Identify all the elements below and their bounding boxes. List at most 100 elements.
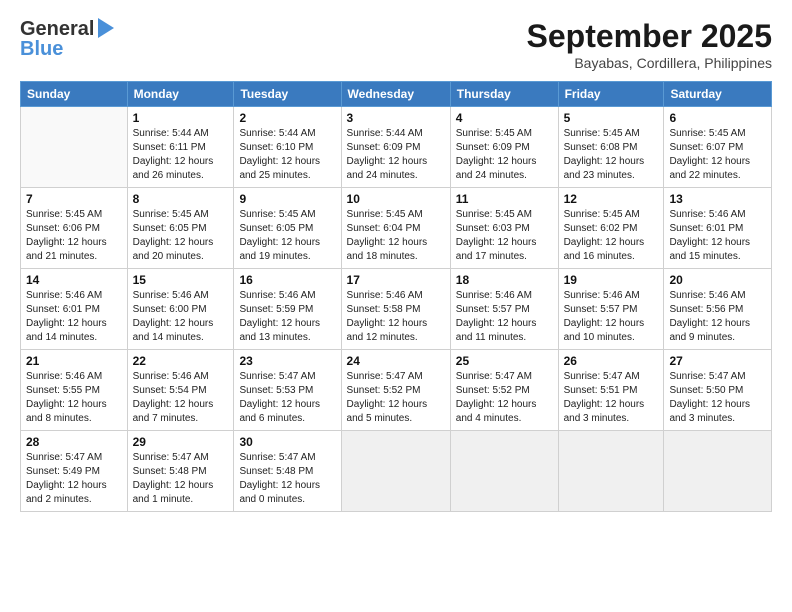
- day-number: 30: [239, 435, 335, 449]
- day-number: 4: [456, 111, 553, 125]
- calendar-cell: 25 Sunrise: 5:47 AM Sunset: 5:52 PM Dayli…: [450, 350, 558, 431]
- day-info: Sunrise: 5:47 AM Sunset: 5:52 PM Dayligh…: [456, 370, 553, 426]
- day-info: Sunrise: 5:45 AM Sunset: 6:08 PM Dayligh…: [564, 127, 659, 183]
- calendar-cell: 21 Sunrise: 5:46 AM Sunset: 5:55 PM Dayli…: [21, 350, 128, 431]
- day-number: 5: [564, 111, 659, 125]
- day-info: Sunrise: 5:45 AM Sunset: 6:05 PM Dayligh…: [239, 208, 335, 264]
- day-number: 27: [669, 354, 766, 368]
- weekday-header: Friday: [558, 82, 664, 107]
- day-number: 9: [239, 192, 335, 206]
- logo: General Blue: [20, 18, 114, 60]
- calendar-cell: 26 Sunrise: 5:47 AM Sunset: 5:51 PM Dayli…: [558, 350, 664, 431]
- day-info: Sunrise: 5:45 AM Sunset: 6:03 PM Dayligh…: [456, 208, 553, 264]
- day-number: 16: [239, 273, 335, 287]
- calendar-cell: 29Sunrise: 5:47 AM Sunset: 5:48 PM Dayli…: [127, 431, 234, 512]
- calendar-cell: 1 Sunrise: 5:44 AM Sunset: 6:11 PM Daylig…: [127, 107, 234, 188]
- calendar-cell: 11 Sunrise: 5:45 AM Sunset: 6:03 PM Dayli…: [450, 188, 558, 269]
- calendar-cell: 7 Sunrise: 5:45 AM Sunset: 6:06 PM Daylig…: [21, 188, 128, 269]
- day-number: 13: [669, 192, 766, 206]
- calendar-cell: 3 Sunrise: 5:44 AM Sunset: 6:09 PM Daylig…: [341, 107, 450, 188]
- calendar-cell: 24Sunrise: 5:47 AM Sunset: 5:52 PM Dayli…: [341, 350, 450, 431]
- day-number: 2: [239, 111, 335, 125]
- day-info: Sunrise: 5:46 AM Sunset: 5:57 PM Dayligh…: [456, 289, 553, 345]
- day-info: Sunrise: 5:44 AM Sunset: 6:11 PM Dayligh…: [133, 127, 229, 183]
- calendar-cell: 8 Sunrise: 5:45 AM Sunset: 6:05 PM Daylig…: [127, 188, 234, 269]
- calendar-cell: 6Sunrise: 5:45 AM Sunset: 6:07 PM Daylig…: [664, 107, 772, 188]
- calendar-cell: [558, 431, 664, 512]
- day-number: 21: [26, 354, 122, 368]
- day-number: 10: [347, 192, 445, 206]
- weekday-header: Wednesday: [341, 82, 450, 107]
- day-number: 26: [564, 354, 659, 368]
- calendar-cell: 30 Sunrise: 5:47 AM Sunset: 5:48 PM Dayli…: [234, 431, 341, 512]
- day-number: 1: [133, 111, 229, 125]
- weekday-header: Tuesday: [234, 82, 341, 107]
- day-info: Sunrise: 5:46 AM Sunset: 5:56 PM Dayligh…: [669, 289, 766, 345]
- calendar-cell: 23 Sunrise: 5:47 AM Sunset: 5:53 PM Dayli…: [234, 350, 341, 431]
- header: General Blue September 2025 Bayabas, Cor…: [20, 18, 772, 71]
- day-number: 8: [133, 192, 229, 206]
- calendar-cell: 28 Sunrise: 5:47 AM Sunset: 5:49 PM Dayli…: [21, 431, 128, 512]
- calendar-cell: 5 Sunrise: 5:45 AM Sunset: 6:08 PM Daylig…: [558, 107, 664, 188]
- calendar-cell: 12Sunrise: 5:45 AM Sunset: 6:02 PM Dayli…: [558, 188, 664, 269]
- day-info: Sunrise: 5:44 AM Sunset: 6:09 PM Dayligh…: [347, 127, 445, 183]
- calendar-cell: 14 Sunrise: 5:46 AM Sunset: 6:01 PM Dayli…: [21, 269, 128, 350]
- day-number: 11: [456, 192, 553, 206]
- calendar-cell: 2 Sunrise: 5:44 AM Sunset: 6:10 PM Daylig…: [234, 107, 341, 188]
- calendar-cell: 9 Sunrise: 5:45 AM Sunset: 6:05 PM Daylig…: [234, 188, 341, 269]
- day-info: Sunrise: 5:47 AM Sunset: 5:53 PM Dayligh…: [239, 370, 335, 426]
- calendar-week-row: 1 Sunrise: 5:44 AM Sunset: 6:11 PM Daylig…: [21, 107, 772, 188]
- calendar-cell: 22 Sunrise: 5:46 AM Sunset: 5:54 PM Dayli…: [127, 350, 234, 431]
- day-info: Sunrise: 5:44 AM Sunset: 6:10 PM Dayligh…: [239, 127, 335, 183]
- day-number: 14: [26, 273, 122, 287]
- day-info: Sunrise: 5:46 AM Sunset: 6:01 PM Dayligh…: [26, 289, 122, 345]
- day-info: Sunrise: 5:47 AM Sunset: 5:48 PM Dayligh…: [239, 451, 335, 507]
- calendar-cell: 20Sunrise: 5:46 AM Sunset: 5:56 PM Dayli…: [664, 269, 772, 350]
- calendar-week-row: 14 Sunrise: 5:46 AM Sunset: 6:01 PM Dayli…: [21, 269, 772, 350]
- weekday-header: Monday: [127, 82, 234, 107]
- day-number: 15: [133, 273, 229, 287]
- day-info: Sunrise: 5:45 AM Sunset: 6:04 PM Dayligh…: [347, 208, 445, 264]
- day-number: 3: [347, 111, 445, 125]
- day-number: 7: [26, 192, 122, 206]
- day-number: 19: [564, 273, 659, 287]
- day-info: Sunrise: 5:45 AM Sunset: 6:09 PM Dayligh…: [456, 127, 553, 183]
- weekday-header: Sunday: [21, 82, 128, 107]
- day-number: 23: [239, 354, 335, 368]
- calendar-cell: 18 Sunrise: 5:46 AM Sunset: 5:57 PM Dayli…: [450, 269, 558, 350]
- page-container: General Blue September 2025 Bayabas, Cor…: [0, 0, 792, 522]
- day-info: Sunrise: 5:45 AM Sunset: 6:06 PM Dayligh…: [26, 208, 122, 264]
- day-info: Sunrise: 5:46 AM Sunset: 5:58 PM Dayligh…: [347, 289, 445, 345]
- calendar-week-row: 7 Sunrise: 5:45 AM Sunset: 6:06 PM Daylig…: [21, 188, 772, 269]
- calendar-cell: [21, 107, 128, 188]
- calendar-cell: 10 Sunrise: 5:45 AM Sunset: 6:04 PM Dayli…: [341, 188, 450, 269]
- title-block: September 2025 Bayabas, Cordillera, Phil…: [527, 18, 772, 71]
- day-number: 18: [456, 273, 553, 287]
- day-info: Sunrise: 5:45 AM Sunset: 6:07 PM Dayligh…: [669, 127, 766, 183]
- day-info: Sunrise: 5:46 AM Sunset: 6:00 PM Dayligh…: [133, 289, 229, 345]
- day-info: Sunrise: 5:47 AM Sunset: 5:50 PM Dayligh…: [669, 370, 766, 426]
- day-info: Sunrise: 5:46 AM Sunset: 5:55 PM Dayligh…: [26, 370, 122, 426]
- calendar-cell: 16 Sunrise: 5:46 AM Sunset: 5:59 PM Dayli…: [234, 269, 341, 350]
- calendar-cell: 13Sunrise: 5:46 AM Sunset: 6:01 PM Dayli…: [664, 188, 772, 269]
- month-title: September 2025: [527, 18, 772, 55]
- day-number: 22: [133, 354, 229, 368]
- calendar-cell: 17Sunrise: 5:46 AM Sunset: 5:58 PM Dayli…: [341, 269, 450, 350]
- calendar-week-row: 28 Sunrise: 5:47 AM Sunset: 5:49 PM Dayli…: [21, 431, 772, 512]
- day-number: 28: [26, 435, 122, 449]
- day-info: Sunrise: 5:47 AM Sunset: 5:52 PM Dayligh…: [347, 370, 445, 426]
- day-info: Sunrise: 5:46 AM Sunset: 5:54 PM Dayligh…: [133, 370, 229, 426]
- day-info: Sunrise: 5:47 AM Sunset: 5:51 PM Dayligh…: [564, 370, 659, 426]
- weekday-header: Saturday: [664, 82, 772, 107]
- day-info: Sunrise: 5:45 AM Sunset: 6:05 PM Dayligh…: [133, 208, 229, 264]
- day-info: Sunrise: 5:46 AM Sunset: 5:57 PM Dayligh…: [564, 289, 659, 345]
- calendar-week-row: 21 Sunrise: 5:46 AM Sunset: 5:55 PM Dayli…: [21, 350, 772, 431]
- logo-arrow-icon: [98, 18, 114, 38]
- day-info: Sunrise: 5:47 AM Sunset: 5:49 PM Dayligh…: [26, 451, 122, 507]
- weekday-header: Thursday: [450, 82, 558, 107]
- calendar-table: SundayMondayTuesdayWednesdayThursdayFrid…: [20, 81, 772, 512]
- location: Bayabas, Cordillera, Philippines: [527, 55, 772, 71]
- calendar-cell: 19 Sunrise: 5:46 AM Sunset: 5:57 PM Dayli…: [558, 269, 664, 350]
- day-number: 25: [456, 354, 553, 368]
- day-info: Sunrise: 5:46 AM Sunset: 5:59 PM Dayligh…: [239, 289, 335, 345]
